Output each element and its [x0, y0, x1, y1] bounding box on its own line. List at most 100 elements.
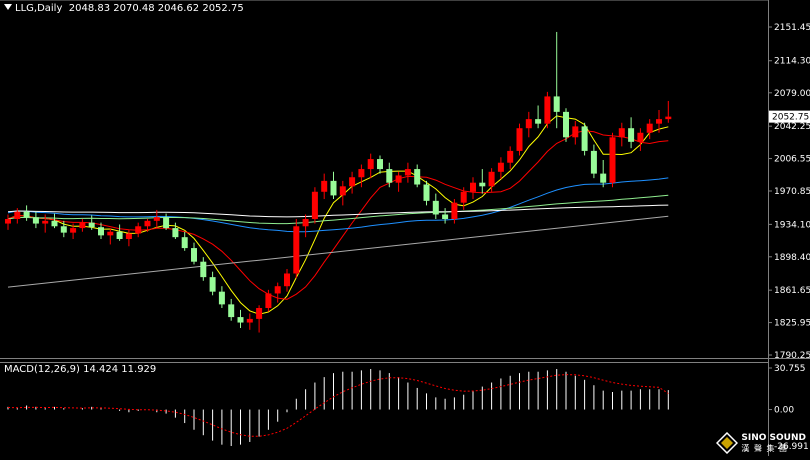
- candle-body: [497, 162, 504, 172]
- ohlc-values: 2048.83 2070.48 2046.62 2052.75: [68, 3, 244, 14]
- ma-green-line: [7, 194, 669, 225]
- candle-body: [609, 137, 616, 183]
- macd-indicator: [7, 369, 669, 447]
- candle-body: [125, 233, 132, 239]
- candle-body: [451, 202, 458, 220]
- price-tick-label: 1898.40: [774, 253, 810, 263]
- candle-body: [628, 128, 635, 142]
- candles: [5, 31, 672, 333]
- candle-body: [51, 220, 58, 227]
- candle-body: [200, 261, 207, 278]
- candle-body: [665, 116, 672, 120]
- price-tick-label: 1970.85: [774, 187, 810, 197]
- candle-body: [311, 191, 318, 220]
- candle-body: [107, 231, 114, 236]
- candle-body: [144, 220, 151, 227]
- candle-body: [600, 173, 607, 183]
- candle-body: [581, 126, 588, 151]
- price-tick-label: 2114.30: [774, 57, 810, 67]
- candle-body: [349, 177, 356, 187]
- candle-body: [646, 123, 653, 133]
- candle-body: [256, 308, 263, 319]
- price-tick-label: 2079.00: [774, 89, 810, 99]
- macd-label: MACD(12,26,9) 14.424 11.929: [4, 364, 157, 375]
- candle-body: [153, 217, 160, 221]
- candle-body: [265, 293, 272, 309]
- candle-body: [116, 231, 123, 239]
- candle-body: [358, 169, 365, 178]
- candle-body: [293, 226, 300, 274]
- candle-body: [479, 182, 486, 187]
- price-tick-label: 2151.45: [774, 23, 810, 33]
- candle-body: [23, 211, 30, 218]
- candle-body: [181, 237, 188, 249]
- candle-body: [274, 286, 281, 294]
- candle-body: [135, 226, 142, 234]
- current-price-label: 2052.75: [772, 113, 809, 123]
- candle-body: [553, 96, 560, 112]
- candle-body: [367, 159, 374, 170]
- candle-body: [544, 96, 551, 124]
- candle-body: [423, 184, 430, 201]
- macd-tick-label: 0.00: [774, 406, 794, 416]
- candle-body: [377, 159, 383, 170]
- chart-canvas[interactable]: 2151.45 2114.30 2079.00 2042.25 2006.55 1970.…: [0, 0, 810, 456]
- candle-body: [32, 217, 39, 224]
- candle-body: [14, 211, 21, 220]
- candle-body: [470, 182, 476, 192]
- candle-body: [191, 248, 197, 262]
- moving-averages: [7, 115, 669, 315]
- macd-tick-label: 30.755: [774, 364, 806, 374]
- candle-body: [284, 273, 290, 287]
- candle-body: [488, 171, 495, 187]
- candle-body: [42, 220, 49, 224]
- candle-body: [395, 175, 402, 183]
- price-tick-label: 2006.55: [774, 155, 810, 165]
- sino-sound-logo: SINO SOUND 漢 聲 集 團: [716, 432, 806, 454]
- ma-blue-line: [7, 177, 669, 233]
- candle-body: [460, 191, 467, 203]
- candle-body: [330, 180, 337, 196]
- candle-body: [516, 128, 523, 151]
- candle-body: [618, 128, 625, 138]
- candle-body: [339, 186, 346, 196]
- trading-chart[interactable]: 2151.45 2114.30 2079.00 2042.25 2006.55 1970.…: [0, 0, 810, 456]
- symbol-label: LLG,Daily: [15, 3, 63, 14]
- candle-body: [237, 317, 244, 323]
- logo-emblem-icon: [716, 432, 739, 454]
- candle-body: [414, 169, 421, 185]
- candle-body: [172, 228, 179, 238]
- macd-signal-line: [7, 374, 669, 437]
- candle-body: [228, 304, 235, 318]
- candle-body: [572, 126, 579, 138]
- candle-body: [386, 169, 393, 183]
- ma-gray-line: [7, 215, 669, 288]
- candle-body: [79, 222, 86, 229]
- candle-body: [302, 219, 309, 227]
- logo-sub: 漢 聲 集 團: [741, 443, 789, 453]
- candle-body: [70, 228, 77, 233]
- candle-body: [98, 227, 104, 236]
- candle-body: [163, 217, 170, 229]
- candle-body: [637, 132, 644, 142]
- candle-body: [656, 119, 662, 124]
- chart-menu-triangle-icon[interactable]: [4, 4, 12, 10]
- candle-body: [321, 180, 328, 192]
- candle-body: [218, 291, 225, 305]
- candle-body: [246, 318, 253, 323]
- candle-body: [60, 226, 67, 233]
- chart-header: LLG,Daily 2048.83 2070.48 2046.62 2052.7…: [4, 3, 244, 14]
- price-tick-label: 2042.25: [774, 122, 810, 132]
- price-axis: 2151.45 2114.30 2079.00 2042.25 2006.55 1970.…: [768, 23, 810, 361]
- candle-body: [404, 169, 411, 176]
- price-tick-label: 1825.95: [774, 319, 810, 329]
- candle-body: [563, 111, 569, 138]
- candle-body: [88, 222, 95, 228]
- candle-body: [442, 214, 449, 220]
- ma-white-line: [7, 204, 669, 218]
- price-tick-label: 1790.25: [774, 351, 810, 361]
- candle-body: [590, 150, 597, 174]
- price-tick-label: 1934.10: [774, 220, 810, 230]
- candle-body: [5, 219, 11, 224]
- price-tick-label: 1861.65: [774, 286, 810, 296]
